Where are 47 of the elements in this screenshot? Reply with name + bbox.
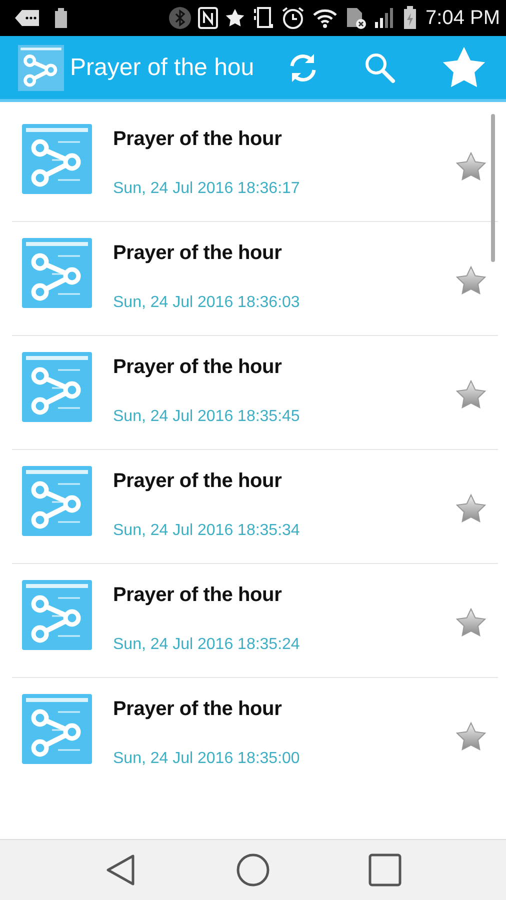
list-item[interactable]: Prayer of the hour Sun, 24 Jul 2016 18:36:17 bbox=[12, 108, 498, 222]
home-icon bbox=[235, 852, 271, 888]
star-icon bbox=[455, 607, 487, 639]
battery-icon bbox=[54, 8, 68, 28]
item-date: Sun, 24 Jul 2016 18:35:00 bbox=[113, 750, 300, 766]
list-item[interactable]: Prayer of the hour Sun, 24 Jul 2016 18:35:45 bbox=[12, 336, 498, 450]
alarm-icon bbox=[280, 6, 305, 30]
list-item[interactable]: Prayer of the hour Sun, 24 Jul 2016 18:35:00 bbox=[12, 678, 498, 766]
star-icon bbox=[455, 379, 487, 411]
item-title: Prayer of the hour bbox=[113, 242, 283, 265]
message-icon bbox=[14, 9, 40, 27]
item-title: Prayer of the hour bbox=[113, 128, 283, 151]
star-icon bbox=[455, 265, 487, 297]
item-date: Sun, 24 Jul 2016 18:36:03 bbox=[113, 294, 300, 312]
star-icon bbox=[455, 493, 487, 525]
clock-time: 7:04 PM bbox=[426, 6, 500, 30]
app-logo-icon bbox=[22, 694, 92, 764]
app-title: Prayer of the hou bbox=[70, 54, 256, 82]
item-date: Sun, 24 Jul 2016 18:35:45 bbox=[113, 408, 300, 426]
star-icon bbox=[455, 151, 487, 183]
item-title: Prayer of the hour bbox=[113, 698, 283, 721]
item-date: Sun, 24 Jul 2016 18:35:24 bbox=[113, 636, 300, 654]
battery-charging-icon bbox=[402, 6, 417, 30]
wifi-icon bbox=[312, 7, 338, 29]
app-logo-icon bbox=[22, 466, 92, 536]
item-title: Prayer of the hour bbox=[113, 470, 283, 493]
app-logo-icon bbox=[22, 238, 92, 308]
nfc-icon bbox=[198, 7, 218, 29]
app-logo-icon bbox=[22, 580, 92, 650]
app-logo-icon bbox=[18, 44, 64, 90]
item-date: Sun, 24 Jul 2016 18:36:17 bbox=[113, 180, 300, 198]
item-date: Sun, 24 Jul 2016 18:35:34 bbox=[113, 522, 300, 540]
app-logo-icon bbox=[22, 124, 92, 194]
item-title: Prayer of the hour bbox=[113, 356, 283, 379]
list-item[interactable]: Prayer of the hour Sun, 24 Jul 2016 18:35:34 bbox=[12, 450, 498, 564]
vibrate-icon bbox=[252, 6, 274, 30]
list-item[interactable]: Prayer of the hour Sun, 24 Jul 2016 18:35:24 bbox=[12, 564, 498, 678]
star-icon bbox=[455, 721, 487, 753]
search-icon bbox=[363, 50, 397, 84]
app-logo-icon bbox=[22, 352, 92, 422]
signal-icon bbox=[374, 7, 396, 29]
recents-icon bbox=[368, 853, 402, 887]
bluetooth-icon bbox=[168, 7, 191, 29]
list-item[interactable]: Prayer of the hour Sun, 24 Jul 2016 18:36:03 bbox=[12, 222, 498, 336]
sim-card-icon bbox=[344, 6, 367, 30]
star-icon bbox=[224, 8, 245, 28]
item-title: Prayer of the hour bbox=[113, 584, 283, 607]
